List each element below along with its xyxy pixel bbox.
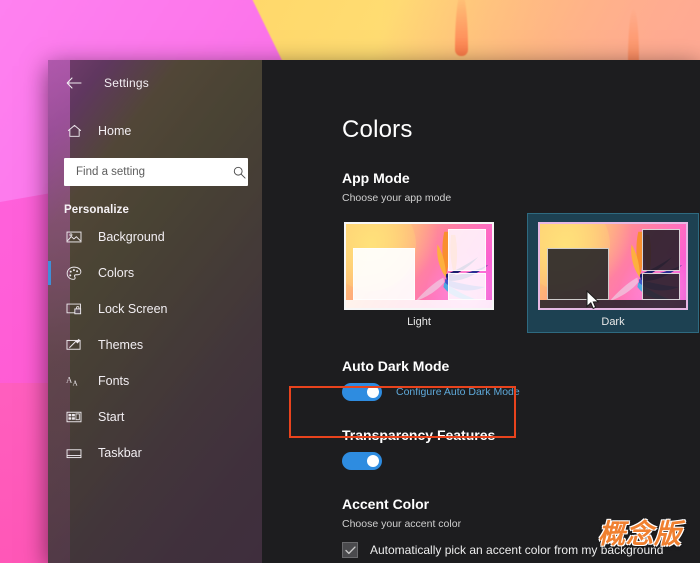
- transparency-toggle[interactable]: [342, 452, 382, 470]
- sidebar-item-taskbar[interactable]: Taskbar: [48, 438, 262, 468]
- svg-text:A: A: [72, 381, 77, 388]
- accent-color-subtext: Choose your accent color: [342, 518, 700, 530]
- window-titlebar: Settings: [48, 60, 262, 100]
- preview-window-top-right: [642, 229, 680, 271]
- window-title: Settings: [104, 76, 149, 90]
- transparency-row: [342, 452, 700, 470]
- configure-auto-dark-mode-link[interactable]: Configure Auto Dark Mode: [396, 386, 520, 398]
- auto-dark-mode-heading: Auto Dark Mode: [342, 358, 700, 374]
- back-button[interactable]: [54, 68, 94, 98]
- auto-pick-accent-row[interactable]: Automatically pick an accent color from …: [342, 542, 700, 558]
- auto-dark-mode-toggle[interactable]: [342, 383, 382, 401]
- settings-content: Colors App Mode Choose your app mode: [262, 60, 700, 563]
- toggle-knob: [367, 386, 379, 398]
- app-mode-subtext: Choose your app mode: [342, 192, 700, 204]
- themes-brush-icon: [64, 335, 84, 355]
- settings-window: Settings Home: [48, 60, 700, 563]
- page-title: Colors: [342, 116, 700, 144]
- dark-theme-preview: [538, 222, 688, 310]
- sidebar-item-colors[interactable]: Colors: [48, 258, 262, 288]
- home-icon: [64, 121, 84, 141]
- search-icon[interactable]: [232, 165, 247, 180]
- sidebar-item-start[interactable]: Start: [48, 402, 262, 432]
- app-mode-heading: App Mode: [342, 170, 700, 186]
- fonts-aa-icon: A A: [64, 371, 84, 391]
- sidebar-group-label: Personalize: [64, 204, 262, 216]
- wallpaper-petal-left: [455, 0, 468, 56]
- sidebar-item-lock-screen[interactable]: Lock Screen: [48, 294, 262, 324]
- sidebar-item-fonts[interactable]: A A Fonts: [48, 366, 262, 396]
- auto-pick-accent-checkbox[interactable]: [342, 542, 358, 558]
- image-icon: [64, 227, 84, 247]
- palette-icon: [64, 263, 84, 283]
- app-mode-options: Light: [334, 214, 700, 332]
- auto-pick-accent-label: Automatically pick an accent color from …: [370, 543, 663, 557]
- app-mode-option-light[interactable]: Light: [334, 214, 504, 332]
- toggle-knob: [367, 455, 379, 467]
- light-theme-caption: Light: [344, 316, 494, 328]
- checkmark-icon: [345, 546, 356, 555]
- screen: Settings Home: [0, 0, 700, 563]
- auto-dark-mode-row: Configure Auto Dark Mode: [342, 383, 700, 401]
- light-theme-preview: [344, 222, 494, 310]
- preview-window-bottom-right: [448, 273, 486, 300]
- sidebar-item-label: Taskbar: [98, 446, 142, 460]
- settings-sidebar: Settings Home: [48, 60, 262, 563]
- search-input[interactable]: [74, 165, 232, 179]
- wallpaper-petal-right: [628, 8, 639, 66]
- preview-taskbar: [346, 300, 492, 308]
- back-arrow-icon: [66, 77, 82, 89]
- preview-window-main: [353, 248, 414, 300]
- lock-screen-icon: [64, 299, 84, 319]
- search-box[interactable]: [64, 158, 248, 186]
- start-tiles-icon: [64, 407, 84, 427]
- sidebar-item-label: Lock Screen: [98, 302, 167, 316]
- dark-theme-caption: Dark: [538, 316, 688, 328]
- sidebar-item-label: Home: [98, 124, 131, 138]
- accent-color-heading: Accent Color: [342, 496, 700, 512]
- taskbar-icon: [64, 443, 84, 463]
- preview-window-bottom-right: [642, 273, 680, 300]
- sidebar-item-label: Background: [98, 230, 165, 244]
- sidebar-item-themes[interactable]: Themes: [48, 330, 262, 360]
- sidebar-item-home[interactable]: Home: [48, 116, 262, 146]
- preview-window-top-right: [448, 229, 486, 271]
- preview-taskbar: [540, 300, 686, 308]
- sidebar-item-background[interactable]: Background: [48, 222, 262, 252]
- sidebar-item-label: Themes: [98, 338, 143, 352]
- sidebar-item-label: Fonts: [98, 374, 129, 388]
- sidebar-item-label: Start: [98, 410, 124, 424]
- sidebar-item-label: Colors: [98, 266, 134, 280]
- preview-window-main: [547, 248, 608, 300]
- transparency-heading: Transparency Features: [342, 427, 700, 443]
- app-mode-option-dark[interactable]: Dark: [528, 214, 698, 332]
- svg-text:A: A: [66, 375, 72, 384]
